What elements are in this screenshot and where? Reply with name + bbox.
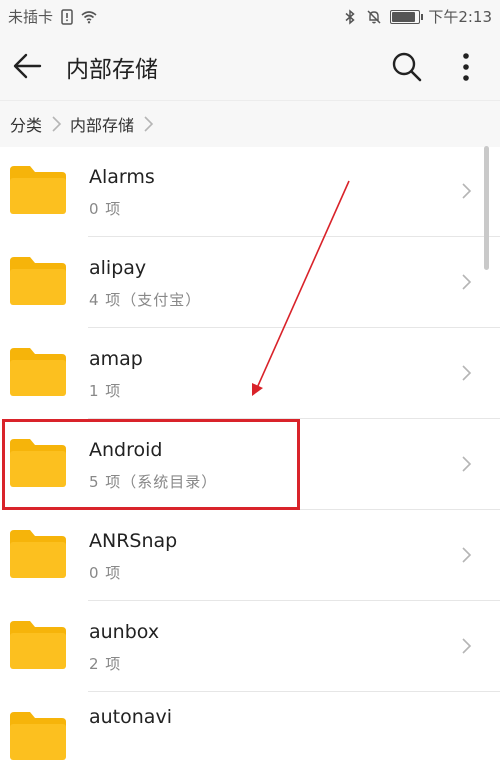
no-sim-icon — [61, 8, 73, 25]
file-meta: 5 项（系统目录） — [89, 473, 218, 491]
chevron-right-icon — [52, 116, 62, 132]
status-bar: 未插卡 下午2:13 — [0, 0, 500, 32]
file-name: amap — [89, 348, 143, 370]
list-item[interactable]: alipay 4 项（支付宝） — [0, 237, 500, 328]
file-meta: 4 项（支付宝） — [89, 291, 202, 309]
breadcrumb-item-category[interactable]: 分类 — [0, 112, 48, 136]
search-icon[interactable] — [388, 48, 426, 86]
arrow-left-icon[interactable] — [8, 46, 48, 86]
chevron-right-icon — [462, 547, 472, 563]
folder-icon — [10, 166, 66, 214]
chevron-right-icon — [462, 456, 472, 472]
folder-icon — [10, 530, 66, 578]
breadcrumb-item-internal-storage[interactable]: 内部存储 — [64, 112, 140, 136]
file-meta: 1 项 — [89, 382, 122, 400]
more-vertical-icon[interactable] — [450, 48, 482, 86]
file-name: autonavi — [89, 706, 172, 728]
chevron-right-icon — [462, 274, 472, 290]
folder-icon — [10, 712, 66, 760]
file-name: alipay — [89, 257, 147, 279]
file-list: Alarms 0 项 alipay 4 项（支付宝） amap 1 项 Andr… — [0, 146, 500, 783]
folder-icon — [10, 257, 66, 305]
chevron-right-icon — [462, 365, 472, 381]
status-left: 未插卡 — [8, 6, 97, 27]
page-title: 内部存储 — [66, 57, 158, 83]
chevron-right-icon — [462, 183, 472, 199]
list-item[interactable]: aunbox 2 项 — [0, 601, 500, 692]
list-item[interactable]: Android 5 项（系统目录） — [0, 419, 500, 510]
breadcrumb: 分类 内部存储 — [0, 100, 500, 147]
battery-level — [392, 11, 415, 22]
file-meta: 0 项 — [89, 564, 122, 582]
status-right: 下午2:13 — [342, 6, 492, 27]
scrollbar[interactable] — [484, 146, 489, 270]
battery-icon — [390, 9, 424, 24]
file-meta: 0 项 — [89, 200, 122, 218]
list-item[interactable]: ANRSnap 0 项 — [0, 510, 500, 601]
list-item[interactable]: autonavi — [0, 692, 500, 783]
list-item[interactable]: amap 1 项 — [0, 328, 500, 419]
file-name: Alarms — [89, 166, 155, 188]
folder-icon — [10, 439, 66, 487]
folder-icon — [10, 348, 66, 396]
file-meta: 2 项 — [89, 655, 122, 673]
wifi-icon — [81, 10, 97, 23]
file-name: aunbox — [89, 621, 160, 643]
bluetooth-icon — [345, 8, 355, 25]
mute-bell-icon — [367, 9, 381, 24]
chevron-right-icon — [144, 116, 154, 132]
folder-icon — [10, 621, 66, 669]
chevron-right-icon — [462, 638, 472, 654]
list-item[interactable]: Alarms 0 项 — [0, 146, 500, 237]
status-time: 下午2:13 — [428, 8, 492, 26]
carrier-label: 未插卡 — [8, 8, 54, 26]
file-name: Android — [89, 439, 163, 461]
app-header: 内部存储 — [0, 32, 500, 100]
file-name: ANRSnap — [89, 530, 178, 552]
